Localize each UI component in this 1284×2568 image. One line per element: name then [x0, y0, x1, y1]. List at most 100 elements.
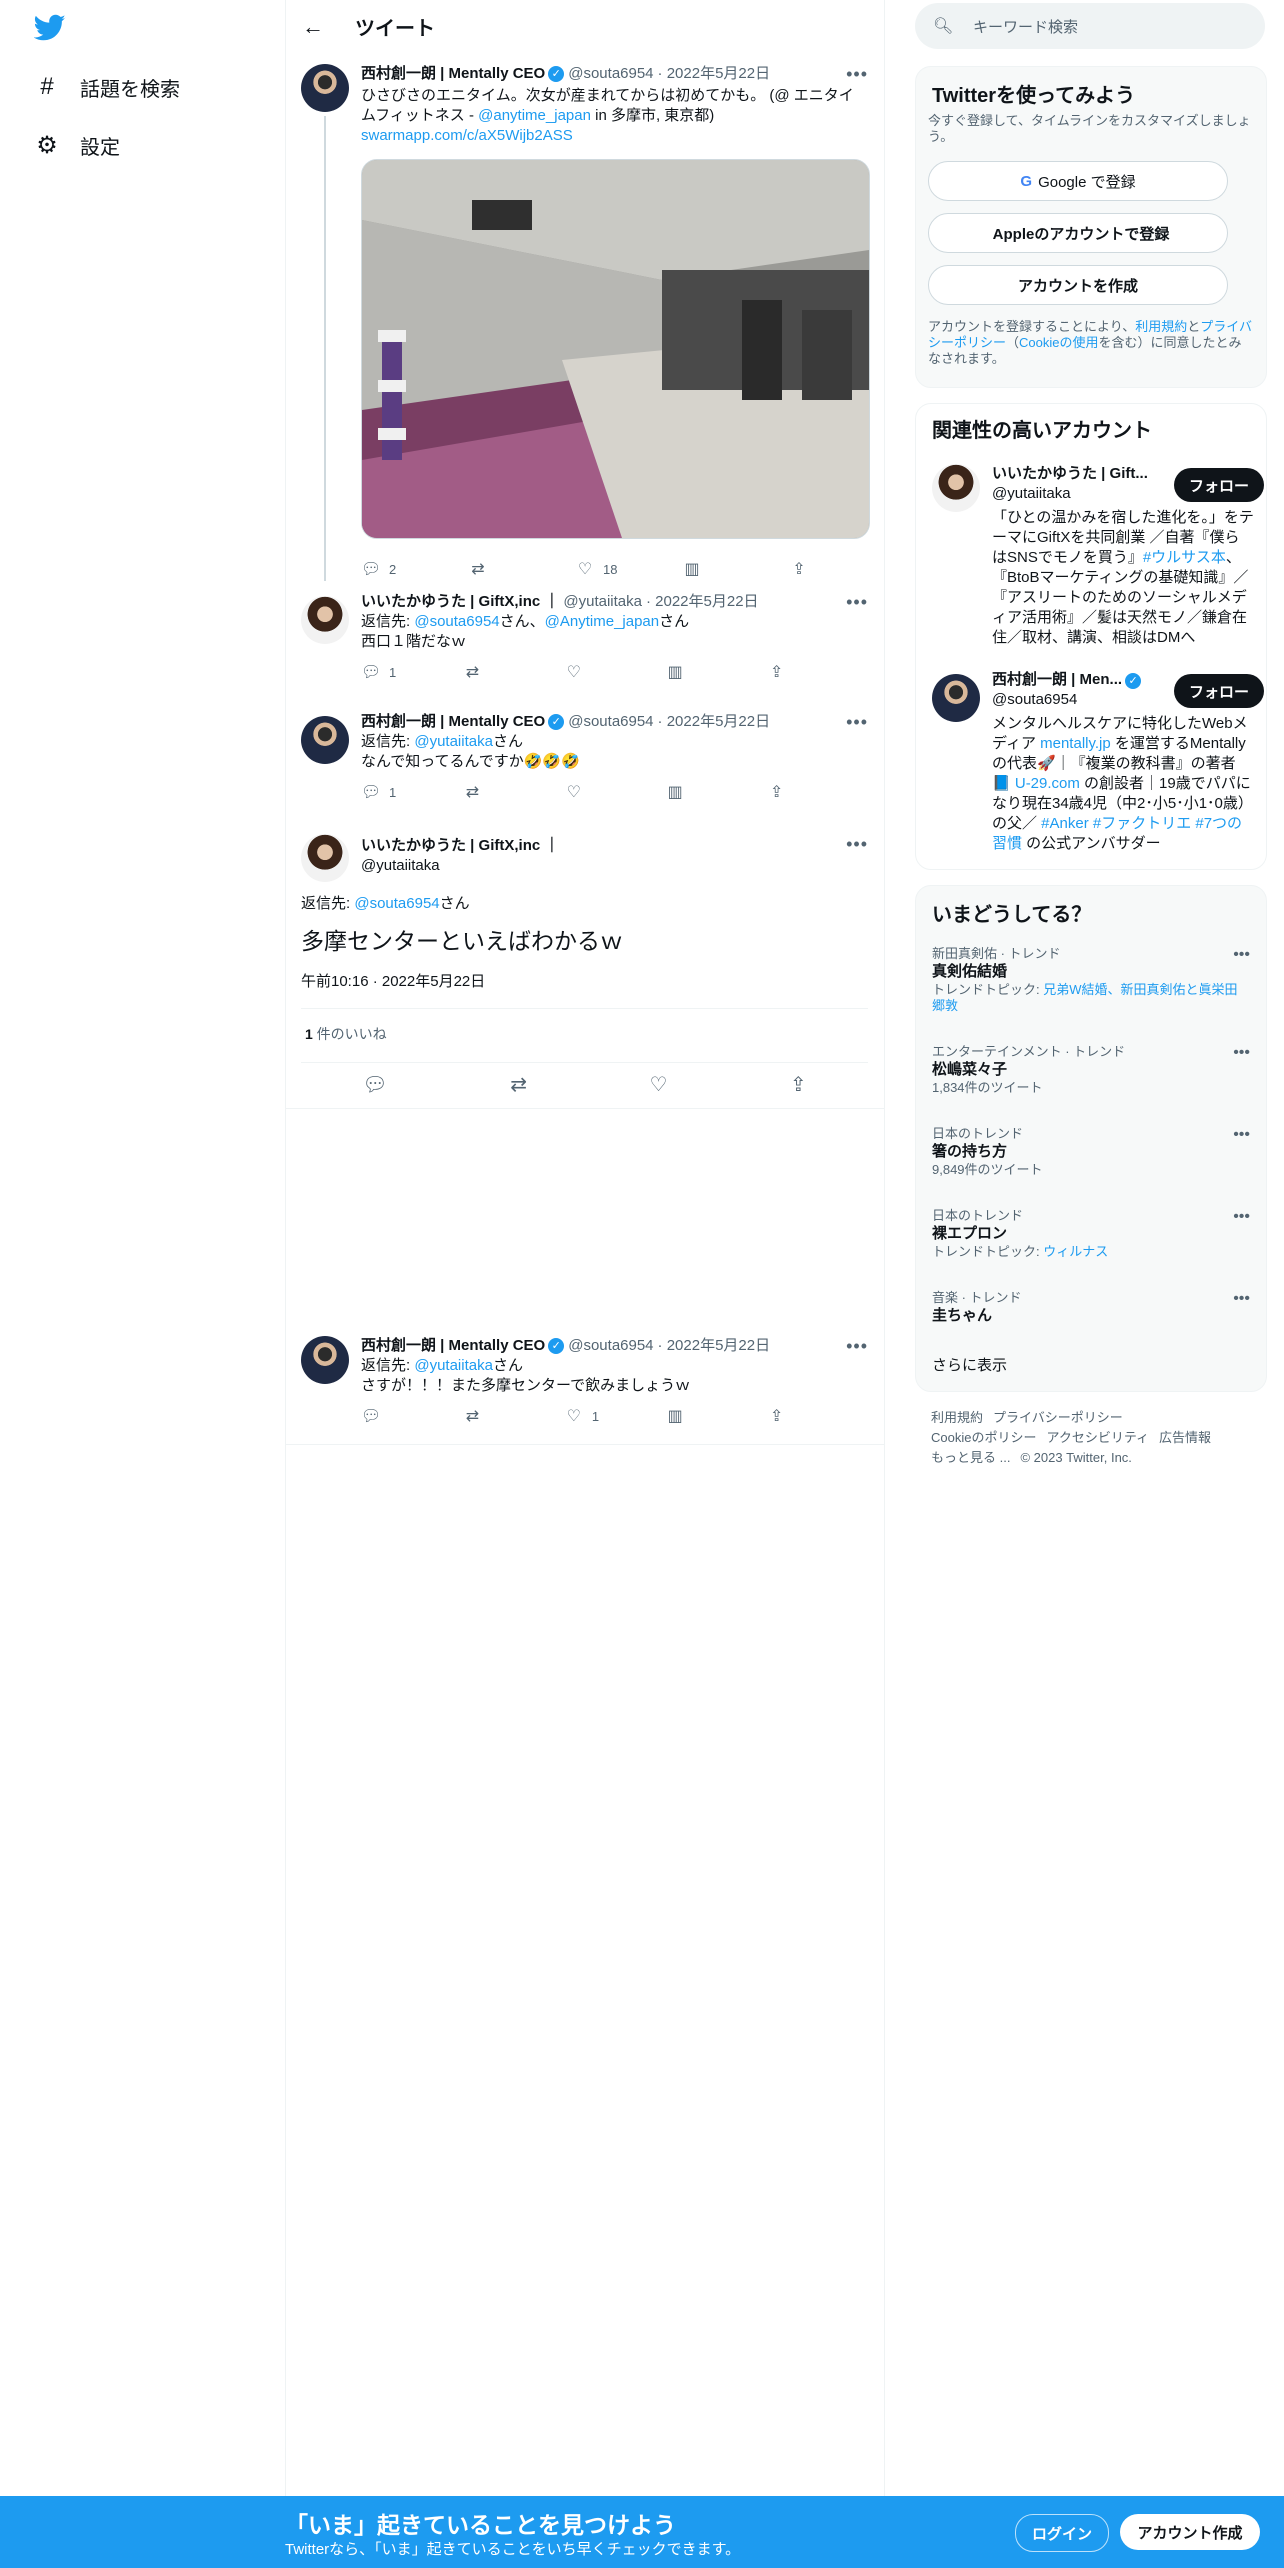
like-button[interactable]: ♡ — [564, 782, 665, 802]
share-icon[interactable]: ⇪ — [790, 1072, 807, 1097]
more-options-icon[interactable]: ••• — [846, 712, 868, 733]
reply-to-link[interactable]: @souta6954 — [354, 895, 439, 912]
more-options-icon[interactable]: ••• — [1233, 1126, 1250, 1144]
trend-item[interactable]: 日本のトレンド 箸の持ち方 9,849件のツイート ••• — [932, 1126, 1250, 1178]
reply-to-link[interactable]: @yutaiitaka — [414, 733, 493, 750]
more-options-icon[interactable]: ••• — [846, 64, 868, 85]
author-name[interactable]: 西村創一朗 | Mentally CEO — [361, 64, 545, 84]
retweet-icon[interactable]: ⇄ — [510, 1072, 527, 1097]
like-button[interactable]: ♡ 1 — [564, 1406, 665, 1426]
trend-item[interactable]: 音楽 · トレンド 圭ちゃん ••• — [932, 1290, 1250, 1326]
share-button[interactable]: ⇪ — [767, 782, 868, 802]
more-options-icon[interactable]: ••• — [1233, 946, 1250, 964]
reply-icon[interactable]: 💬︎ — [362, 1072, 387, 1097]
bio-link[interactable]: U-29.com — [1015, 775, 1080, 792]
avatar[interactable] — [301, 64, 349, 112]
tweet-timestamp[interactable]: 午前10:16 · 2022年5月22日 — [301, 972, 485, 992]
tweet-1[interactable]: 西村創一朗 | Mentally CEO ✓ @souta6954 · 2022… — [301, 64, 870, 581]
nav-settings[interactable]: ⚙ 設定 — [34, 125, 120, 165]
author-name[interactable]: いいたかゆうた | GiftX,inc ｜ — [361, 592, 559, 612]
author-name[interactable]: 西村創一朗 | Mentally CEO — [361, 1336, 545, 1356]
more-options-icon[interactable]: ••• — [846, 834, 868, 855]
like-button[interactable]: ♡ 18 — [575, 559, 682, 579]
share-button[interactable]: ⇪ — [789, 559, 896, 579]
terms-link[interactable]: 利用規約 — [1135, 319, 1187, 334]
avatar[interactable] — [932, 674, 980, 722]
avatar[interactable] — [301, 596, 349, 644]
avatar[interactable] — [301, 1336, 349, 1384]
more-options-icon[interactable]: ••• — [846, 1336, 868, 1357]
reply-button[interactable]: 💬︎ — [361, 1406, 462, 1426]
retweet-button[interactable]: ⇄ — [462, 1406, 563, 1426]
tweet-3[interactable]: 西村創一朗 | Mentally CEO ✓ @souta6954 · 2022… — [301, 712, 868, 812]
retweet-button[interactable]: ⇄ — [462, 782, 563, 802]
follow-button[interactable]: フォロー — [1174, 468, 1264, 502]
tweet-date[interactable]: · 2022年5月22日 — [658, 1336, 771, 1356]
avatar[interactable] — [932, 464, 980, 512]
reply-to-link[interactable]: @Anytime_japan — [545, 613, 659, 630]
account-name[interactable]: 西村創一朗 | Men... ✓ — [992, 670, 1162, 690]
reply-button[interactable]: 💬︎ 1 — [361, 782, 462, 802]
avatar[interactable] — [301, 834, 349, 882]
tweet-2[interactable]: いいたかゆうた | GiftX,inc ｜ @yutaiitaka · 2022… — [301, 592, 868, 692]
footer-link[interactable]: プライバシーポリシー — [993, 1410, 1123, 1425]
apple-signup-button[interactable]: Appleのアカウントで登録 — [928, 213, 1228, 253]
cookie-link[interactable]: Cookieの使用 — [1019, 335, 1098, 350]
trend-item[interactable]: 新田真剣佑 · トレンド 真剣佑結婚 トレンドトピック: 兄弟W結婚、新田真剣佑… — [932, 946, 1250, 1014]
nav-explore[interactable]: # 話題を検索 — [34, 67, 180, 107]
share-button[interactable]: ⇪ — [767, 1406, 868, 1426]
author-handle[interactable]: @yutaiitaka — [563, 592, 642, 612]
mention-link[interactable]: @anytime_japan — [478, 107, 591, 124]
heart-icon[interactable]: ♡ — [649, 1072, 667, 1097]
avatar[interactable] — [301, 716, 349, 764]
analytics-button[interactable]: ▥ — [682, 559, 789, 579]
trend-item[interactable]: 日本のトレンド 裸エプロン トレンドトピック: ウィルナス ••• — [932, 1208, 1250, 1260]
swarm-link[interactable]: swarmapp.com/c/aX5Wijb2ASS — [361, 127, 573, 144]
author-name[interactable]: いいたかゆうた | GiftX,inc ｜ — [361, 836, 559, 856]
twitter-bird-logo-icon[interactable] — [33, 14, 66, 42]
tweet-date[interactable]: · 2022年5月22日 — [646, 592, 759, 612]
footer-link[interactable]: アクセシビリティ — [1046, 1430, 1149, 1445]
more-options-icon[interactable]: ••• — [1233, 1290, 1250, 1308]
login-button[interactable]: ログイン — [1015, 2514, 1109, 2552]
follow-button[interactable]: フォロー — [1174, 674, 1264, 708]
trend-item[interactable]: エンターテインメント · トレンド 松嶋菜々子 1,834件のツイート ••• — [932, 1044, 1250, 1096]
author-handle[interactable]: @souta6954 — [568, 1336, 653, 1356]
show-more-link[interactable]: さらに表示 — [932, 1356, 1007, 1376]
reply-to-link[interactable]: @souta6954 — [414, 613, 499, 630]
account-name[interactable]: いいたかゆうた | Gift... — [992, 464, 1162, 484]
author-handle[interactable]: @souta6954 — [568, 712, 653, 732]
signup-button[interactable]: アカウント作成 — [1120, 2514, 1260, 2550]
reply-button[interactable]: 💬︎ 2 — [361, 559, 468, 579]
footer-link[interactable]: 広告情報 — [1159, 1430, 1211, 1445]
share-button[interactable]: ⇪ — [767, 662, 868, 682]
hashtag-link[interactable]: #ウルサス本 — [1143, 549, 1226, 566]
author-handle[interactable]: @yutaiitaka — [361, 856, 559, 876]
author-name[interactable]: 西村創一朗 | Mentally CEO — [361, 712, 545, 732]
analytics-button[interactable]: ▥ — [665, 662, 766, 682]
more-options-icon[interactable]: ••• — [1233, 1044, 1250, 1062]
account-handle[interactable]: @souta6954 — [992, 690, 1162, 710]
retweet-button[interactable]: ⇄ — [462, 662, 563, 682]
reply-to-link[interactable]: @yutaiitaka — [414, 1357, 493, 1374]
more-options-icon[interactable]: ••• — [846, 592, 868, 613]
tweet-date[interactable]: · 2022年5月22日 — [658, 64, 771, 84]
retweet-button[interactable]: ⇄ — [468, 559, 575, 579]
bio-link[interactable]: mentally.jp — [1040, 735, 1111, 752]
google-signup-button[interactable]: G Google で登録 — [928, 161, 1228, 201]
footer-link[interactable]: 利用規約 — [931, 1410, 983, 1425]
account-handle[interactable]: @yutaiitaka — [992, 484, 1162, 504]
create-account-button[interactable]: アカウントを作成 — [928, 265, 1228, 305]
reply-button[interactable]: 💬︎ 1 — [361, 662, 462, 682]
analytics-button[interactable]: ▥ — [665, 782, 766, 802]
like-button[interactable]: ♡ — [564, 662, 665, 682]
search-input[interactable]: 🔍︎ キーワード検索 — [915, 3, 1265, 49]
tweet-photo[interactable] — [361, 159, 870, 539]
analytics-button[interactable]: ▥ — [665, 1406, 766, 1426]
trend-topic-link[interactable]: ウィルナス — [1043, 1244, 1108, 1259]
footer-link[interactable]: もっと見る ... — [931, 1450, 1010, 1465]
author-handle[interactable]: @souta6954 — [568, 64, 653, 84]
back-arrow-icon[interactable]: ← — [302, 14, 324, 39]
footer-link[interactable]: Cookieのポリシー — [931, 1430, 1036, 1445]
likes-summary[interactable]: 1 件のいいね — [305, 1024, 387, 1044]
